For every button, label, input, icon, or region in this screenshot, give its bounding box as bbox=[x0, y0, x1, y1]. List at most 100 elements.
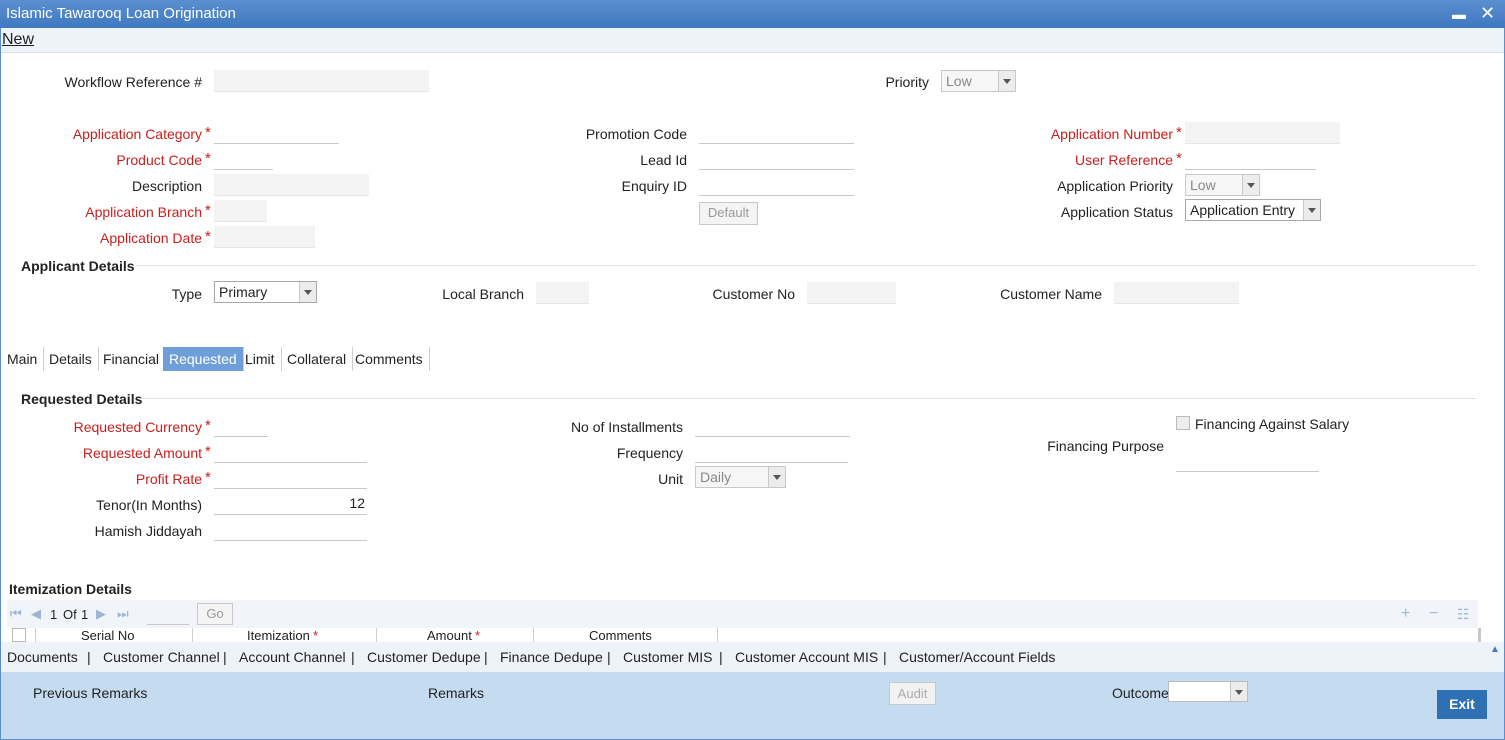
chevron-down-icon bbox=[299, 282, 316, 302]
requested-amount-field[interactable] bbox=[214, 441, 367, 463]
tab-main[interactable]: Main bbox=[1, 347, 45, 371]
minimize-icon[interactable]: ▬ bbox=[1452, 6, 1466, 22]
application-date-label: Application Date bbox=[100, 230, 202, 246]
outcome-select[interactable] bbox=[1168, 681, 1248, 702]
no-of-installments-field[interactable] bbox=[695, 415, 850, 437]
page-total: 1 bbox=[81, 607, 89, 622]
customer-name-field[interactable] bbox=[1114, 282, 1239, 304]
link-finance-dedupe[interactable]: Finance Dedupe bbox=[500, 649, 603, 665]
chevron-down-icon bbox=[768, 467, 785, 487]
tab-financial[interactable]: Financial bbox=[97, 347, 167, 371]
page-number: 1 bbox=[50, 607, 58, 622]
unit-label: Unit bbox=[658, 471, 683, 487]
link-documents[interactable]: Documents bbox=[7, 649, 78, 665]
application-branch-label: Application Branch bbox=[85, 204, 202, 220]
tab-limit[interactable]: Limit bbox=[239, 347, 282, 371]
add-row-icon[interactable]: + bbox=[1401, 605, 1410, 623]
application-branch-field[interactable] bbox=[214, 200, 267, 222]
footer-panel bbox=[1, 672, 1504, 739]
financing-against-salary-label: Financing Against Salary bbox=[1195, 416, 1350, 432]
requested-currency-field[interactable] bbox=[214, 415, 268, 437]
type-select[interactable]: Primary bbox=[214, 281, 317, 303]
local-branch-field[interactable] bbox=[536, 282, 589, 304]
title-bar: Islamic Tawarooq Loan Origination ▬ ✕ bbox=[0, 0, 1505, 28]
required-icon: * bbox=[205, 228, 211, 245]
applicant-details-title: Applicant Details bbox=[21, 258, 135, 274]
required-icon: * bbox=[1176, 124, 1182, 141]
previous-page-icon[interactable]: ◀ bbox=[31, 606, 41, 622]
required-icon: * bbox=[205, 202, 211, 219]
priority-select[interactable]: Low bbox=[941, 70, 1016, 92]
link-customer-account-mis[interactable]: Customer Account MIS bbox=[735, 649, 878, 665]
required-icon: * bbox=[313, 628, 319, 643]
single-view-icon[interactable]: ☷ bbox=[1457, 606, 1470, 623]
application-number-field[interactable] bbox=[1185, 122, 1340, 144]
customer-no-field[interactable] bbox=[807, 282, 896, 304]
product-code-field[interactable] bbox=[214, 148, 273, 170]
page-jump-input[interactable] bbox=[147, 605, 189, 625]
link-customer-dedupe[interactable]: Customer Dedupe bbox=[367, 649, 481, 665]
remarks-label[interactable]: Remarks bbox=[428, 685, 484, 701]
profit-rate-field[interactable] bbox=[214, 467, 367, 489]
required-icon: * bbox=[205, 124, 211, 141]
financing-purpose-label: Financing Purpose bbox=[1047, 438, 1164, 454]
next-page-icon[interactable]: ▶ bbox=[96, 606, 106, 622]
link-separator: | bbox=[484, 649, 488, 665]
workflow-reference-label: Workflow Reference # bbox=[64, 74, 202, 90]
local-branch-label: Local Branch bbox=[442, 286, 524, 302]
delete-row-icon[interactable]: − bbox=[1429, 605, 1438, 623]
frequency-label: Frequency bbox=[616, 445, 683, 461]
frequency-field[interactable] bbox=[695, 441, 848, 463]
link-customer-channel[interactable]: Customer Channel bbox=[103, 649, 220, 665]
first-page-icon[interactable]: ⏮ bbox=[10, 606, 22, 622]
chevron-down-icon bbox=[1242, 175, 1259, 195]
application-priority-select[interactable]: Low bbox=[1185, 174, 1260, 196]
application-category-field[interactable] bbox=[214, 122, 339, 144]
financing-purpose-field[interactable] bbox=[1176, 448, 1319, 472]
tab-requested[interactable]: Requested bbox=[163, 347, 244, 371]
default-button[interactable]: Default bbox=[699, 202, 758, 225]
of-label: Of bbox=[63, 607, 77, 622]
workflow-reference-field[interactable] bbox=[214, 70, 429, 92]
hamish-jiddayah-field[interactable] bbox=[214, 519, 367, 541]
application-status-value: Application Entry bbox=[1190, 202, 1296, 218]
link-account-channel[interactable]: Account Channel bbox=[239, 649, 346, 665]
select-all-checkbox[interactable] bbox=[12, 628, 26, 642]
requested-amount-label: Requested Amount bbox=[82, 445, 202, 461]
application-date-field[interactable] bbox=[214, 226, 315, 248]
promotion-code-field[interactable] bbox=[699, 122, 854, 144]
lead-id-field[interactable] bbox=[699, 148, 854, 170]
close-icon[interactable]: ✕ bbox=[1480, 3, 1495, 24]
tab-details[interactable]: Details bbox=[43, 347, 99, 371]
promotion-code-label: Promotion Code bbox=[585, 126, 687, 142]
last-page-icon[interactable]: ⏭ bbox=[117, 606, 129, 622]
tab-collateral[interactable]: Collateral bbox=[281, 347, 354, 371]
chevron-up-icon[interactable]: ▲ bbox=[1490, 644, 1500, 655]
itemization-details-title: Itemization Details bbox=[9, 581, 132, 597]
link-customer-mis[interactable]: Customer MIS bbox=[623, 649, 712, 665]
financing-against-salary-checkbox[interactable] bbox=[1176, 416, 1190, 430]
previous-remarks-label[interactable]: Previous Remarks bbox=[33, 685, 147, 701]
grid-scrollbar[interactable] bbox=[1478, 628, 1481, 642]
lead-id-label: Lead Id bbox=[640, 152, 687, 168]
user-reference-label: User Reference bbox=[1074, 152, 1173, 168]
required-icon: * bbox=[475, 628, 481, 643]
audit-button[interactable]: Audit bbox=[889, 682, 936, 705]
tenor-field[interactable]: 12 bbox=[214, 493, 367, 515]
priority-label: Priority bbox=[885, 74, 929, 90]
link-customer-account-fields[interactable]: Customer/Account Fields bbox=[899, 649, 1055, 665]
unit-select[interactable]: Daily bbox=[695, 466, 786, 488]
description-field[interactable] bbox=[214, 174, 369, 196]
link-separator: | bbox=[87, 649, 91, 665]
link-separator: | bbox=[719, 649, 723, 665]
application-status-select[interactable]: Application Entry bbox=[1185, 199, 1321, 221]
link-separator: | bbox=[607, 649, 611, 665]
application-priority-value: Low bbox=[1190, 177, 1216, 193]
user-reference-field[interactable] bbox=[1185, 148, 1316, 170]
tab-comments[interactable]: Comments bbox=[349, 347, 430, 371]
exit-button[interactable]: Exit bbox=[1437, 690, 1487, 719]
new-menu-item[interactable]: New bbox=[2, 31, 34, 49]
go-button[interactable]: Go bbox=[197, 603, 233, 625]
application-status-label: Application Status bbox=[1060, 204, 1173, 220]
enquiry-id-field[interactable] bbox=[699, 174, 854, 196]
